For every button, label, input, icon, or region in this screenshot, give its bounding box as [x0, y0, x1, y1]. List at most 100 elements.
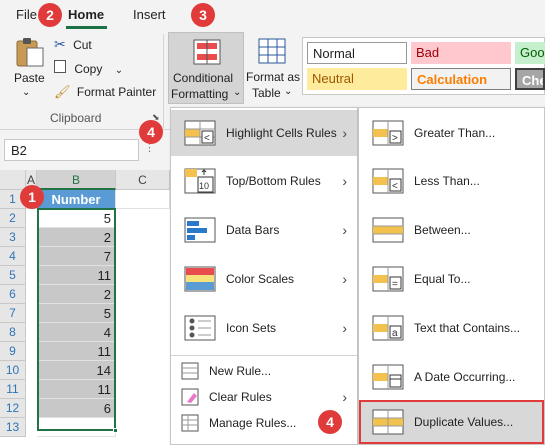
header-cell[interactable]: Number — [37, 190, 116, 209]
text-contains-icon: a — [372, 315, 404, 341]
format-painter-label: Format Painter — [76, 85, 157, 99]
row-header[interactable]: 3 — [0, 228, 26, 247]
ribbon-tabs: File Home Insert — [0, 0, 545, 30]
icon-sets-icon — [184, 315, 216, 341]
menu-item-color-scales[interactable]: Color Scales › — [171, 256, 357, 302]
submenu-item-date-occurring[interactable]: A Date Occurring... — [359, 354, 544, 400]
table-cell[interactable]: 7 — [37, 247, 116, 266]
menu-label: Top/Bottom Rules — [226, 174, 321, 188]
tab-file[interactable]: File — [16, 7, 37, 22]
submenu-item-greater-than[interactable]: > Greater Than... — [359, 110, 544, 156]
row-header[interactable]: 13 — [0, 418, 26, 437]
style-check-cell[interactable]: Che — [515, 68, 545, 90]
menu-item-highlight-cells-rules[interactable]: < Highlight Cells Rules › — [171, 110, 357, 156]
style-normal[interactable]: Normal — [307, 42, 407, 64]
table-cell[interactable]: 11 — [37, 266, 116, 285]
name-box[interactable]: B2 — [4, 139, 139, 161]
table-cell[interactable] — [37, 418, 116, 437]
conditional-formatting-button[interactable]: Conditional Formatting ⌄ — [168, 32, 244, 104]
cell-styles-gallery: Normal Bad Goo Neutral Calculation Che — [302, 37, 545, 95]
date-occurring-icon — [372, 364, 404, 390]
submenu-item-duplicate-values[interactable]: Duplicate Values... — [359, 400, 544, 444]
copy-button[interactable]: Copy ⌄ — [54, 60, 123, 78]
format-as-table-button[interactable]: Format as Table ⌄ — [246, 32, 300, 104]
style-neutral[interactable]: Neutral — [307, 68, 407, 90]
style-bad[interactable]: Bad — [411, 42, 511, 64]
less-than-icon: < — [372, 168, 404, 194]
column-header-c[interactable]: C — [116, 170, 170, 190]
conditional-formatting-label-2: Formatting — [171, 87, 229, 101]
table-cell[interactable]: 14 — [37, 361, 116, 380]
row-header[interactable]: 2 — [0, 209, 26, 228]
table-cell[interactable]: 11 — [37, 342, 116, 361]
svg-text:=: = — [392, 279, 398, 290]
submenu-label: A Date Occurring... — [414, 370, 516, 384]
menu-item-icon-sets[interactable]: Icon Sets › — [171, 305, 357, 351]
table-cell[interactable]: 11 — [37, 380, 116, 399]
menu-item-data-bars[interactable]: Data Bars › — [171, 207, 357, 253]
cell[interactable] — [116, 190, 170, 209]
svg-text:a: a — [392, 328, 398, 339]
row-header[interactable]: 6 — [0, 285, 26, 304]
chevron-down-icon: ⌄ — [284, 86, 293, 97]
group-separator — [163, 34, 164, 128]
column-header-b[interactable]: B — [37, 170, 116, 190]
select-all-corner[interactable] — [0, 170, 26, 190]
submenu-item-between[interactable]: Between... — [359, 207, 544, 253]
chevron-right-icon: › — [342, 271, 347, 287]
table-cell[interactable]: 5 — [37, 209, 116, 228]
greater-than-icon: > — [372, 120, 404, 146]
style-calculation[interactable]: Calculation — [411, 68, 511, 90]
menu-item-top-bottom-rules[interactable]: 10 Top/Bottom Rules › — [171, 158, 357, 204]
submenu-label: Less Than... — [414, 174, 480, 188]
row-header[interactable]: 4 — [0, 247, 26, 266]
tab-home[interactable]: Home — [68, 7, 104, 22]
submenu-item-text-contains[interactable]: a Text that Contains... — [359, 305, 544, 351]
svg-text:>: > — [392, 133, 398, 144]
chevron-right-icon: › — [342, 320, 347, 336]
new-rule-icon — [181, 362, 199, 380]
cut-label: Cut — [73, 38, 92, 52]
format-painter-button[interactable]: 🖌 Format Painter — [54, 84, 157, 102]
svg-text:10: 10 — [199, 181, 209, 191]
top-bottom-icon: 10 — [184, 168, 216, 194]
row-header[interactable]: 8 — [0, 323, 26, 342]
table-cell[interactable]: 6 — [37, 399, 116, 418]
step-badge-1: 1 — [20, 185, 44, 209]
active-tab-indicator — [66, 26, 107, 29]
eraser-icon — [181, 388, 199, 406]
step-badge-4-second: 4 — [318, 410, 342, 434]
cut-button[interactable]: ✂ Cut — [54, 36, 92, 54]
row-header[interactable]: 10 — [0, 361, 26, 380]
tab-insert[interactable]: Insert — [133, 7, 166, 22]
row-header[interactable]: 5 — [0, 266, 26, 285]
worksheet-grid[interactable]: A B C 1 2 3 4 5 6 7 8 9 10 11 12 13 Numb… — [0, 170, 170, 445]
row-header[interactable]: 12 — [0, 399, 26, 418]
table-cell[interactable]: 4 — [37, 323, 116, 342]
submenu-label: Between... — [414, 223, 471, 237]
style-good[interactable]: Goo — [515, 42, 545, 64]
submenu-item-equal-to[interactable]: = Equal To... — [359, 256, 544, 302]
table-cell[interactable]: 2 — [37, 285, 116, 304]
row-header[interactable]: 9 — [0, 342, 26, 361]
copy-icon — [54, 60, 66, 73]
menu-label: Clear Rules — [209, 390, 272, 404]
chevron-down-icon: ⌄ — [233, 87, 242, 98]
duplicate-values-icon — [372, 409, 404, 435]
menu-item-clear-rules[interactable]: Clear Rules › — [171, 384, 357, 410]
clipboard-group-label: Clipboard — [50, 111, 102, 125]
table-cell[interactable]: 5 — [37, 304, 116, 323]
menu-item-new-rule[interactable]: New Rule... — [171, 358, 357, 384]
table-cell[interactable]: 2 — [37, 228, 116, 247]
fill-handle[interactable] — [113, 428, 118, 433]
format-as-table-icon — [258, 38, 286, 64]
row-header[interactable]: 7 — [0, 304, 26, 323]
chevron-down-icon: ⌄ — [114, 65, 124, 76]
paste-button[interactable]: Paste ⌄ — [10, 34, 48, 104]
submenu-item-less-than[interactable]: < Less Than... — [359, 158, 544, 204]
between-icon — [372, 217, 404, 243]
row-header[interactable]: 11 — [0, 380, 26, 399]
submenu-label: Duplicate Values... — [414, 415, 514, 429]
paste-label: Paste — [14, 71, 45, 85]
chevron-right-icon: › — [342, 389, 347, 405]
